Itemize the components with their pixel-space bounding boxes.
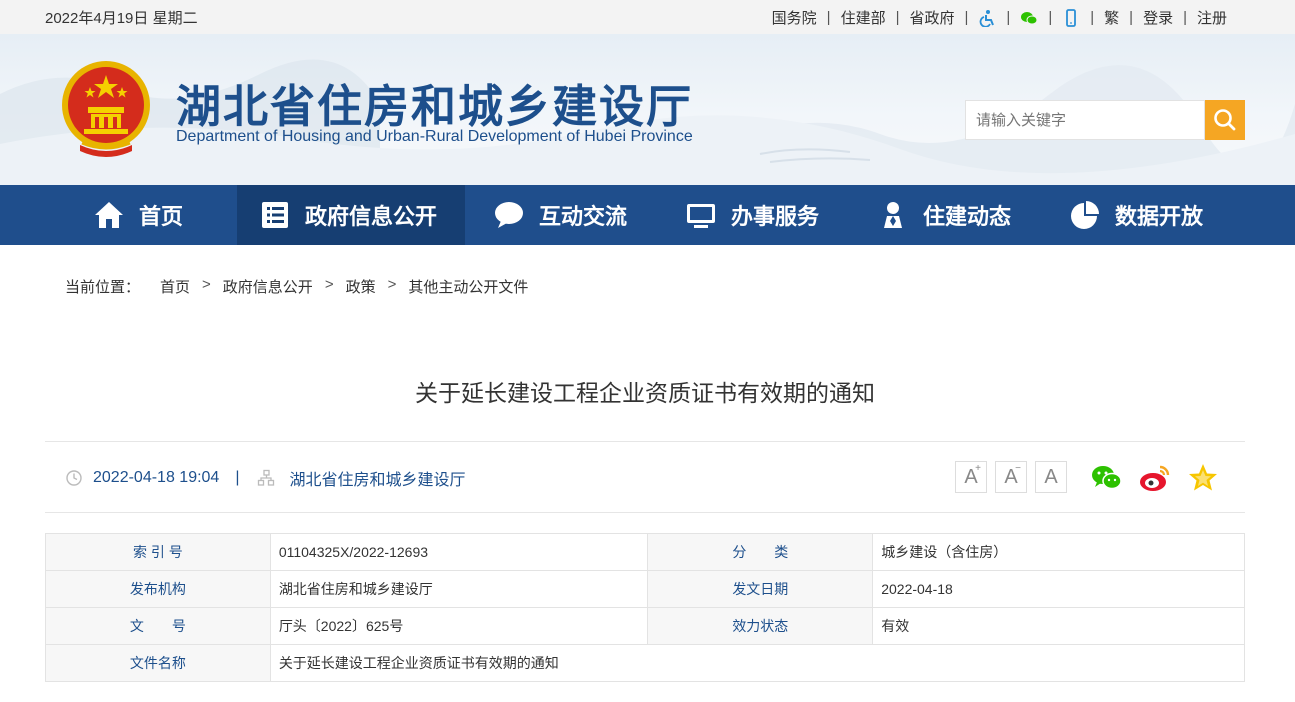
table-row: 发布机构 湖北省住房和城乡建设厅 发文日期 2022-04-18 — [45, 570, 1245, 608]
category-label: 分 类 — [647, 533, 874, 571]
link-state-council[interactable]: 国务院 — [762, 7, 827, 28]
nav-gov-info[interactable]: 政府信息公开 — [237, 185, 465, 245]
breadcrumb-other-files[interactable]: 其他主动公开文件 — [408, 276, 528, 297]
site-header: 湖北省住房和城乡建设厅 Department of Housing and Ur… — [0, 34, 1295, 185]
font-size-decrease-button[interactable]: A − — [995, 461, 1027, 493]
table-row: 文件名称 关于延长建设工程企业资质证书有效期的通知 — [45, 644, 1246, 682]
top-links: 国务院 | 住建部 | 省政府 | | | | 繁 | 登录 | 注册 — [762, 7, 1237, 28]
meta-separator: | — [235, 469, 240, 486]
accessibility-icon[interactable] — [978, 9, 996, 27]
pie-chart-icon — [1071, 201, 1099, 229]
national-emblem-icon — [62, 61, 150, 157]
nav-services-label: 办事服务 — [731, 204, 820, 229]
issue-date-value: 2022-04-18 — [872, 570, 1245, 608]
weibo-share-icon[interactable] — [1138, 461, 1172, 495]
breadcrumb-separator: > — [202, 276, 211, 293]
article-meta: 2022-04-18 19:04 | 湖北省住房和城乡建设厅 — [65, 466, 466, 490]
breadcrumb-policy[interactable]: 政策 — [346, 276, 376, 297]
document-list-icon — [262, 202, 288, 228]
document-number-label: 文 号 — [45, 607, 271, 645]
issuing-agency-value: 湖北省住房和城乡建设厅 — [269, 570, 649, 608]
current-date: 2022年4月19日 星期二 — [45, 10, 198, 27]
table-row: 文 号 厅头〔2022〕625号 效力状态 有效 — [45, 607, 1245, 645]
monitor-icon — [687, 204, 715, 228]
link-ministry-housing[interactable]: 住建部 — [831, 7, 896, 28]
organization-icon — [258, 469, 275, 486]
search-button[interactable] — [1205, 100, 1245, 140]
nav-news-label: 住建动态 — [923, 204, 1012, 229]
file-name-value: 关于延长建设工程企业资质证书有效期的通知 — [269, 644, 1246, 682]
mobile-icon[interactable] — [1062, 8, 1080, 27]
validity-status-label: 效力状态 — [647, 607, 874, 645]
favorite-star-icon[interactable] — [1186, 461, 1220, 495]
nav-home[interactable]: 首页 — [93, 185, 183, 245]
article-source: 湖北省住房和城乡建设厅 — [289, 472, 466, 489]
document-info-table: 索 引 号 01104325X/2022-12693 分 类 城乡建设（含住房）… — [45, 533, 1246, 682]
file-name-label: 文件名称 — [45, 644, 271, 682]
document-number-value: 厅头〔2022〕625号 — [269, 607, 649, 645]
article-title: 关于延长建设工程企业资质证书有效期的通知 — [415, 380, 875, 406]
main-nav: 首页 政府信息公开 互动交流 办事服务 住建动态 数据开放 — [0, 185, 1295, 245]
login-link[interactable]: 登录 — [1133, 7, 1183, 28]
validity-status-value: 有效 — [872, 607, 1245, 645]
nav-services[interactable]: 办事服务 — [685, 185, 819, 245]
breadcrumb-separator: > — [324, 276, 334, 293]
nav-gov-info-label: 政府信息公开 — [305, 204, 438, 229]
nav-open-data[interactable]: 数据开放 — [1069, 185, 1203, 245]
nav-open-data-label: 数据开放 — [1115, 204, 1204, 229]
divider — [45, 512, 1245, 513]
index-number-value: 01104325X/2022-12693 — [269, 533, 649, 571]
breadcrumb-separator: > — [387, 276, 397, 293]
site-subtitle: Department of Housing and Urban-Rural De… — [176, 128, 693, 145]
top-bar: 2022年4月19日 星期二 国务院 | 住建部 | 省政府 | | | | 繁 | 登… — [0, 0, 1295, 34]
nav-news[interactable]: 住建动态 — [877, 185, 1011, 245]
font-size-reset-button[interactable]: A — [1035, 461, 1067, 493]
breadcrumb-lead: 当前位置： — [65, 279, 141, 296]
issue-date-label: 发文日期 — [647, 570, 874, 608]
font-size-increase-button[interactable]: A + — [955, 461, 987, 493]
breadcrumb: 当前位置： 首页 > 政府信息公开 > 政策 > 其他主动公开文件 — [65, 276, 528, 297]
register-link[interactable]: 注册 — [1187, 7, 1237, 28]
site-title: 湖北省住房和城乡建设厅 — [176, 80, 694, 133]
nav-interaction[interactable]: 互动交流 — [493, 185, 627, 245]
category-value: 城乡建设（含住房） — [872, 533, 1245, 571]
search-icon — [1214, 109, 1236, 131]
link-provincial-government[interactable]: 省政府 — [900, 7, 965, 28]
nav-home-label: 首页 — [139, 204, 184, 229]
search-input[interactable] — [965, 100, 1205, 140]
clock-icon — [66, 470, 82, 486]
breadcrumb-home[interactable]: 首页 — [160, 276, 190, 297]
nav-interaction-label: 互动交流 — [539, 204, 628, 229]
wechat-icon[interactable] — [1020, 9, 1038, 27]
table-row: 索 引 号 01104325X/2022-12693 分 类 城乡建设（含住房） — [45, 533, 1245, 571]
issuing-agency-label: 发布机构 — [45, 570, 271, 608]
person-pin-icon — [884, 202, 902, 228]
publish-datetime: 2022-04-18 19:04 — [93, 469, 220, 486]
chat-bubble-icon — [495, 202, 523, 228]
index-number-label: 索 引 号 — [45, 533, 271, 571]
home-icon — [95, 202, 123, 228]
traditional-chinese-link[interactable]: 繁 — [1094, 7, 1129, 28]
divider — [45, 441, 1245, 442]
breadcrumb-gov-info[interactable]: 政府信息公开 — [223, 276, 313, 297]
wechat-share-icon[interactable] — [1090, 461, 1124, 495]
